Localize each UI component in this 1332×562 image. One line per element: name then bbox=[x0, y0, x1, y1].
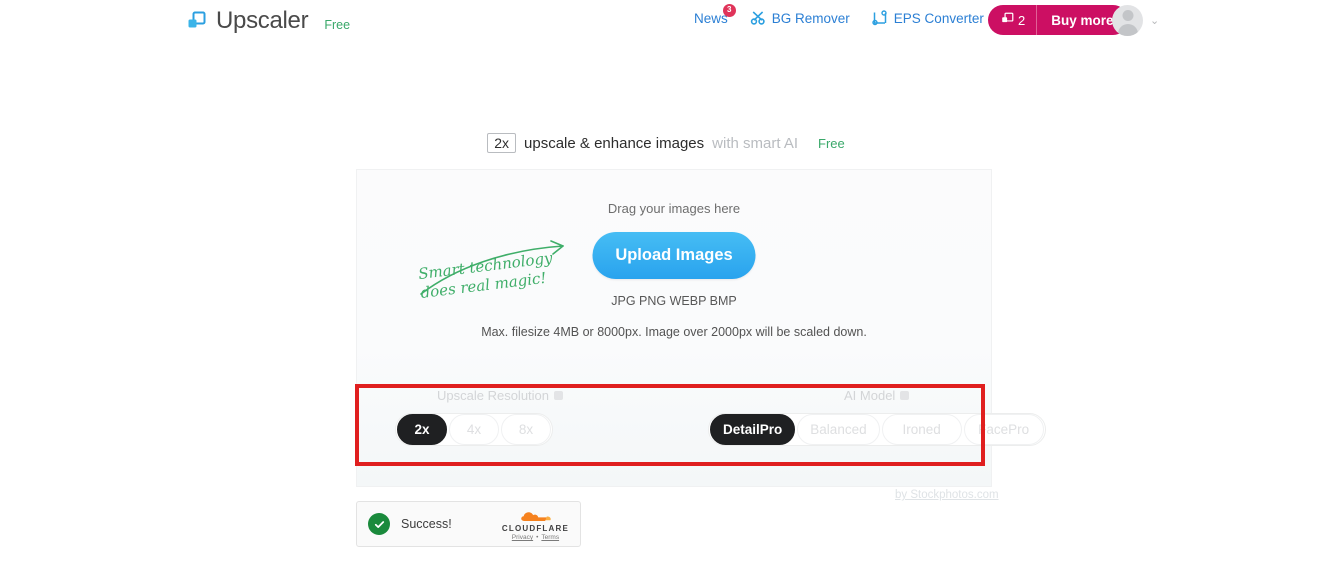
eps-converter-icon bbox=[872, 10, 888, 26]
overlapping-squares-logo-icon bbox=[187, 11, 207, 31]
turnstile-privacy-link[interactable]: Privacy bbox=[512, 534, 533, 541]
ai-model-option-balanced[interactable]: Balanced bbox=[797, 414, 880, 445]
ai-model-label-row: AI Model bbox=[708, 388, 1046, 403]
nav-item-bg-remover[interactable]: BG Remover bbox=[750, 10, 850, 26]
avatar[interactable] bbox=[1112, 5, 1143, 36]
upscale-resolution-group: Upscale Resolution 2x 4x 8x bbox=[395, 388, 564, 462]
headline-main-text: upscale & enhance images bbox=[524, 134, 705, 152]
upscale-options: Upscale Resolution 2x 4x 8x AI Model Det… bbox=[357, 388, 1046, 462]
ai-model-option-detailpro[interactable]: DetailPro bbox=[710, 414, 796, 445]
nav-eps-converter-label: EPS Converter bbox=[893, 10, 984, 26]
ai-model-pill-group: DetailPro Balanced Ironed FacePro bbox=[708, 413, 1046, 446]
turnstile-status: Success! bbox=[401, 517, 452, 531]
byline-link[interactable]: by Stockphotos.com bbox=[895, 489, 999, 501]
news-count-badge: 3 bbox=[722, 3, 736, 17]
upscale-resolution-label-row: Upscale Resolution bbox=[395, 388, 564, 403]
credits-buy-more-button[interactable]: 2 Buy more bbox=[988, 5, 1128, 35]
site-header: Upscaler Free News 3 BG Remover EPS Conv… bbox=[0, 0, 1332, 46]
headline-sub-text: with smart AI bbox=[712, 134, 799, 152]
main-nav: News 3 BG Remover EPS Converter bbox=[694, 3, 984, 26]
ai-model-option-ironed[interactable]: Ironed bbox=[881, 414, 962, 445]
ai-model-option-facepro[interactable]: FacePro bbox=[963, 414, 1044, 445]
nav-item-news[interactable]: News 3 bbox=[694, 3, 736, 26]
ai-model-group: AI Model DetailPro Balanced Ironed FaceP… bbox=[708, 388, 1046, 462]
upscale-resolution-label: Upscale Resolution bbox=[437, 388, 550, 403]
headline-free-tag: Free bbox=[818, 135, 845, 151]
nav-bg-remover-label: BG Remover bbox=[771, 10, 850, 26]
nav-item-eps-converter[interactable]: EPS Converter bbox=[872, 10, 984, 26]
brand-logo[interactable]: Upscaler Free bbox=[187, 7, 350, 35]
resolution-info-icon[interactable] bbox=[554, 391, 564, 400]
resolution-option-4x[interactable]: 4x bbox=[449, 414, 499, 445]
turnstile-link-separator: • bbox=[536, 534, 539, 541]
resolution-pill-group: 2x 4x 8x bbox=[395, 413, 553, 446]
brand-name: Upscaler bbox=[216, 7, 309, 34]
success-check-icon bbox=[368, 513, 390, 535]
credits-count: 2 bbox=[1018, 12, 1026, 28]
upload-images-button[interactable]: Upload Images bbox=[592, 232, 756, 279]
drag-instruction: Drag your images here bbox=[607, 201, 741, 216]
ai-model-info-icon[interactable] bbox=[900, 391, 910, 400]
credits-icon bbox=[1001, 12, 1014, 28]
headline-scale-badge: 2x bbox=[487, 133, 517, 153]
filesize-note: Max. filesize 4MB or 8000px. Image over … bbox=[481, 325, 867, 339]
chevron-down-icon[interactable]: ⌄ bbox=[1150, 14, 1159, 27]
resolution-option-2x[interactable]: 2x bbox=[397, 414, 447, 445]
cloudflare-cloud-icon bbox=[521, 512, 552, 521]
ai-model-label: AI Model bbox=[844, 388, 896, 403]
cloudflare-legal-links: Privacy • Terms bbox=[502, 534, 569, 541]
resolution-option-8x[interactable]: 8x bbox=[501, 414, 551, 445]
bg-remover-icon bbox=[750, 10, 766, 26]
credits-counter[interactable]: 2 bbox=[988, 5, 1038, 35]
cloudflare-brand: CLOUDFLARE Privacy • Terms bbox=[502, 507, 569, 541]
cloudflare-wordmark: CLOUDFLARE bbox=[501, 524, 569, 533]
cloudflare-turnstile-widget[interactable]: Success! CLOUDFLARE Privacy • Terms bbox=[356, 501, 581, 547]
account-menu[interactable]: ⌄ bbox=[1112, 5, 1159, 36]
turnstile-terms-link[interactable]: Terms bbox=[541, 534, 559, 541]
brand-plan-tag: Free bbox=[324, 17, 351, 32]
page-title: 2x upscale & enhance images with smart A… bbox=[0, 133, 1332, 153]
